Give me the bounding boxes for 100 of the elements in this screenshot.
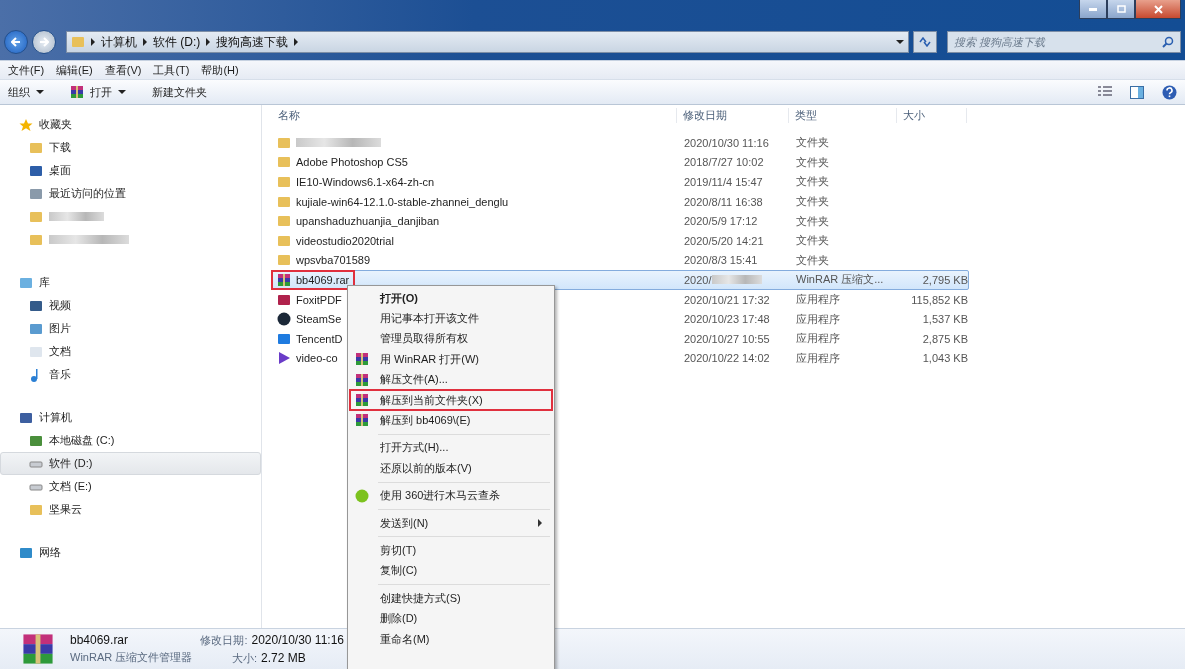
file-name: FoxitPDF bbox=[296, 293, 342, 306]
date-text: 2019/11/4 15:47 bbox=[684, 176, 763, 188]
context-menu-item[interactable]: 复制(C) bbox=[350, 560, 552, 582]
menu-item[interactable]: 查看(V) bbox=[104, 62, 142, 78]
sidebar-group[interactable]: 计算机 bbox=[0, 406, 261, 429]
books-icon bbox=[277, 272, 291, 287]
menu-item[interactable]: 工具(T) bbox=[153, 62, 190, 78]
sidebar-item[interactable]: 下载 bbox=[0, 136, 261, 159]
type-text: 应用程序 bbox=[796, 292, 840, 308]
sidebar-item[interactable]: 文档 (E:) bbox=[0, 475, 261, 498]
context-menu-item[interactable]: 用记事本打开该文件 bbox=[350, 308, 552, 329]
submenu-arrow-icon bbox=[538, 519, 542, 528]
size-text: 1,537 KB bbox=[922, 313, 968, 326]
folder-icon bbox=[277, 135, 291, 150]
file-name: TencentD bbox=[296, 332, 343, 345]
context-menu-item[interactable]: 创建快捷方式(S) bbox=[350, 588, 552, 609]
sidebar-item[interactable]: 视频 bbox=[0, 294, 261, 317]
file-type: WinRAR 压缩文件管理器 bbox=[70, 650, 190, 665]
context-menu-item[interactable]: 打开方式(H)... bbox=[350, 437, 552, 459]
books-icon bbox=[355, 392, 369, 407]
dropdown-caret-icon[interactable] bbox=[896, 40, 904, 44]
type-text: 文件夹 bbox=[796, 233, 829, 249]
context-menu-item[interactable]: 删除(D) bbox=[350, 608, 552, 629]
breadcrumb-item[interactable]: 计算机 bbox=[101, 33, 137, 51]
column-header[interactable]: 类型 bbox=[789, 107, 897, 123]
sidebar-item[interactable]: 软件 (D:) bbox=[0, 452, 261, 475]
size-text: 2,795 KB bbox=[922, 273, 968, 286]
sidebar-item[interactable]: 文档 bbox=[0, 340, 261, 363]
file-name-cell[interactable]: video-co bbox=[273, 350, 342, 367]
context-menu-item[interactable]: 解压文件(A)... bbox=[350, 369, 552, 390]
selected-row-highlight[interactable]: bb4069.rar 2020/ WinRAR 压缩文... 2,795 KB bbox=[272, 270, 969, 290]
sidebar-group[interactable]: 库 bbox=[0, 271, 261, 294]
minimize-button[interactable] bbox=[1079, 0, 1107, 19]
context-menu-item[interactable]: 剪切(T) bbox=[350, 540, 552, 561]
sidebar-group[interactable]: 收藏夹 bbox=[0, 113, 261, 136]
date-text: 2020/10/22 14:02 bbox=[684, 352, 770, 365]
books-icon bbox=[355, 413, 369, 428]
file-name-cell[interactable]: Adobe Photoshop CS5 bbox=[273, 154, 412, 171]
sidebar-item[interactable]: 图片 bbox=[0, 317, 261, 340]
toolbar-button[interactable]: 打开 bbox=[70, 84, 126, 100]
file-name: videostudio2020trial bbox=[296, 234, 394, 247]
maximize-button[interactable] bbox=[1107, 0, 1135, 19]
file-name-cell[interactable]: kujiale-win64-12.1.0-stable-zhannei_denglu bbox=[273, 193, 513, 210]
help-icon[interactable] bbox=[1162, 84, 1177, 100]
column-header[interactable]: 名称 bbox=[272, 107, 677, 123]
back-button[interactable] bbox=[4, 30, 28, 54]
date-text: 2020/5/20 14:21 bbox=[684, 234, 764, 247]
file-name-cell[interactable]: TencentD bbox=[273, 330, 347, 347]
context-menu-item[interactable]: 打开(O) bbox=[350, 288, 552, 309]
toolbar-button[interactable]: 组织 bbox=[8, 84, 44, 100]
context-menu-item[interactable]: 还原以前的版本(V) bbox=[350, 458, 552, 479]
folder-icon bbox=[277, 253, 291, 268]
preview-pane-icon[interactable] bbox=[1130, 85, 1144, 99]
view-list-icon[interactable] bbox=[1098, 86, 1112, 98]
context-menu-item[interactable]: 使用 360进行木马云查杀 bbox=[350, 485, 552, 506]
file-name-cell[interactable]: bb4069.rar bbox=[273, 271, 354, 288]
sidebar-group[interactable]: 网络 bbox=[0, 541, 261, 564]
file-name-cell[interactable]: FoxitPDF bbox=[273, 291, 346, 308]
date-label: 修改日期: bbox=[200, 632, 248, 648]
refresh-button[interactable] bbox=[913, 31, 937, 53]
column-header[interactable]: 大小 bbox=[897, 107, 967, 123]
menu-item[interactable]: 帮助(H) bbox=[201, 62, 239, 78]
breadcrumb-item[interactable]: 软件 (D:) bbox=[153, 33, 201, 51]
menu-item[interactable]: 编辑(E) bbox=[56, 62, 93, 78]
context-menu-item[interactable]: 管理员取得所有权 bbox=[350, 328, 552, 350]
sidebar-item[interactable]: 坚果云 bbox=[0, 498, 261, 521]
folder-icon bbox=[277, 214, 291, 229]
sidebar-item[interactable]: 最近访问的位置 bbox=[0, 182, 261, 205]
toolbar-button[interactable]: 新建文件夹 bbox=[152, 84, 207, 100]
file-name-cell[interactable]: upanshaduzhuanjia_danjiban bbox=[273, 213, 444, 230]
size-text: 115,852 KB bbox=[911, 293, 968, 306]
context-menu-item[interactable]: 发送到(N) bbox=[350, 512, 552, 534]
type-text: 文件夹 bbox=[796, 154, 829, 170]
sidebar-item[interactable]: 音乐 bbox=[0, 363, 261, 386]
file-name: upanshaduzhuanjia_danjiban bbox=[296, 215, 440, 228]
address-bar[interactable]: 计算机 软件 (D:) 搜狗高速下载 bbox=[66, 31, 909, 53]
forward-button[interactable] bbox=[32, 30, 56, 54]
date-text: 2018/7/27 10:02 bbox=[684, 156, 764, 169]
folder-icon bbox=[277, 155, 291, 170]
context-menu-item[interactable]: 解压到 bb4069\(E) bbox=[350, 410, 552, 431]
context-menu-item[interactable]: 解压到当前文件夹(X) bbox=[350, 389, 552, 411]
file-name: IE10-Windows6.1-x64-zh-cn bbox=[296, 176, 435, 188]
menu-item[interactable]: 文件(F) bbox=[8, 62, 45, 78]
type-text: 文件夹 bbox=[796, 213, 829, 229]
close-button[interactable] bbox=[1135, 0, 1181, 19]
file-name-cell[interactable]: IE10-Windows6.1-x64-zh-cn bbox=[273, 174, 439, 190]
sidebar-item[interactable]: 本地磁盘 (C:) bbox=[0, 429, 261, 452]
file-name-cell[interactable]: videostudio2020trial bbox=[273, 232, 398, 249]
size-text: 2,875 KB bbox=[922, 332, 968, 345]
context-menu-item[interactable]: 用 WinRAR 打开(W) bbox=[350, 349, 552, 370]
context-menu-item[interactable]: 重命名(M) bbox=[350, 628, 552, 650]
column-header[interactable]: 修改日期 bbox=[677, 107, 789, 123]
minimize-icon bbox=[1089, 7, 1097, 11]
breadcrumb-item[interactable]: 搜狗高速下载 bbox=[216, 33, 289, 51]
file-name-cell[interactable]: wpsvba701589 bbox=[273, 252, 374, 269]
search-field[interactable]: 搜索 搜狗高速下载 bbox=[947, 31, 1181, 53]
sidebar-item[interactable]: 桌面 bbox=[0, 159, 261, 182]
date-text: 2020/8/11 16:38 bbox=[684, 195, 763, 208]
file-name-cell[interactable]: SteamSe bbox=[273, 311, 346, 328]
date-value: 2020/10/30 11:16 bbox=[251, 632, 344, 648]
